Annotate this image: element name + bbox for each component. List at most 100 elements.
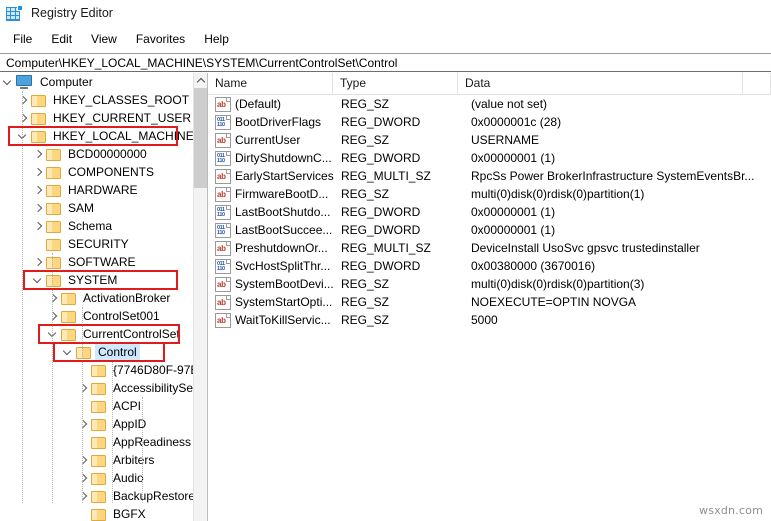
value-row[interactable]: abSystemBootDevi...REG_SZmulti(0)disk(0)… <box>208 275 771 293</box>
chevron-right-icon[interactable] <box>16 109 31 127</box>
chevron-right-icon[interactable] <box>31 217 46 235</box>
scroll-up-arrow-icon[interactable] <box>194 73 207 88</box>
tree-spacer <box>76 361 91 379</box>
chevron-right-icon[interactable] <box>76 415 91 433</box>
menu-item-view[interactable]: View <box>85 30 126 48</box>
value-row[interactable]: abCurrentUserREG_SZUSERNAME <box>208 131 771 149</box>
menu-item-edit[interactable]: Edit <box>45 30 81 48</box>
tree-item[interactable]: HKEY_CLASSES_ROOT <box>0 91 193 109</box>
value-row[interactable]: abPreshutdownOr...REG_MULTI_SZDeviceInst… <box>208 239 771 257</box>
tree-item-label: SECURITY <box>65 236 132 252</box>
value-name: EarlyStartServices <box>235 169 339 183</box>
tree-vertical-scrollbar[interactable] <box>193 73 207 521</box>
tree-item[interactable]: AppReadiness <box>0 433 193 451</box>
chevron-right-icon[interactable] <box>31 163 46 181</box>
tree-item[interactable]: ACPI <box>0 397 193 415</box>
chevron-right-icon[interactable] <box>46 289 61 307</box>
folder-icon <box>76 346 91 359</box>
column-header-name[interactable]: Name <box>208 73 333 94</box>
folder-icon <box>46 274 61 287</box>
menu-item-help[interactable]: Help <box>198 30 238 48</box>
tree-item[interactable]: SOFTWARE <box>0 253 193 271</box>
chevron-right-icon[interactable] <box>16 91 31 109</box>
tree-item[interactable]: HKEY_LOCAL_MACHINE <box>0 127 193 145</box>
value-row[interactable]: ab(Default)REG_SZ(value not set) <box>208 95 771 113</box>
chevron-down-icon[interactable] <box>1 73 16 91</box>
folder-icon <box>46 256 61 269</box>
value-row[interactable]: 011110LastBootSuccee...REG_DWORD0x000000… <box>208 221 771 239</box>
tree-item[interactable]: {7746D80F-97E0- <box>0 361 193 379</box>
value-data: 0x00380000 (3670016) <box>464 259 754 273</box>
value-name: FirmwareBootD... <box>235 187 339 201</box>
chevron-down-icon[interactable] <box>61 343 76 361</box>
folder-icon <box>91 382 106 395</box>
column-header-data[interactable]: Data <box>458 73 743 94</box>
value-row[interactable]: 011110SvcHostSplitThr...REG_DWORD0x00380… <box>208 257 771 275</box>
tree-scrollbar-thumb[interactable] <box>194 88 207 188</box>
tree-item[interactable]: AccessibilitySetti <box>0 379 193 397</box>
value-data: multi(0)disk(0)rdisk(0)partition(3) <box>464 277 754 291</box>
tree-item[interactable]: SAM <box>0 199 193 217</box>
folder-icon <box>91 472 106 485</box>
tree-item[interactable]: BCD00000000 <box>0 145 193 163</box>
chevron-right-icon[interactable] <box>31 253 46 271</box>
value-row[interactable]: abFirmwareBootD...REG_SZmulti(0)disk(0)r… <box>208 185 771 203</box>
chevron-down-icon[interactable] <box>31 271 46 289</box>
tree-item-label: Arbiters <box>110 452 157 468</box>
menu-item-file[interactable]: File <box>7 30 41 48</box>
value-row[interactable]: 011110LastBootShutdo...REG_DWORD0x000000… <box>208 203 771 221</box>
tree-item[interactable]: Control <box>0 343 193 361</box>
menu-item-favorites[interactable]: Favorites <box>130 30 194 48</box>
chevron-down-icon[interactable] <box>16 127 31 145</box>
value-data: USERNAME <box>464 133 754 147</box>
tree-item[interactable]: AppID <box>0 415 193 433</box>
binary-icon: 011110 <box>215 205 231 220</box>
value-row[interactable]: 011110BootDriverFlagsREG_DWORD0x0000001c… <box>208 113 771 131</box>
chevron-down-icon[interactable] <box>46 325 61 343</box>
folder-icon <box>31 94 46 107</box>
tree-item-computer[interactable]: Computer <box>0 73 193 91</box>
value-data: (value not set) <box>464 97 754 111</box>
tree-item[interactable]: BackupRestore <box>0 487 193 505</box>
value-row[interactable]: 011110DirtyShutdownC...REG_DWORD0x000000… <box>208 149 771 167</box>
tree-item-label: HKEY_LOCAL_MACHINE <box>50 128 197 144</box>
tree-item[interactable]: HARDWARE <box>0 181 193 199</box>
tree-item[interactable]: COMPONENTS <box>0 163 193 181</box>
chevron-right-icon[interactable] <box>46 307 61 325</box>
chevron-right-icon[interactable] <box>31 199 46 217</box>
chevron-right-icon[interactable] <box>76 469 91 487</box>
column-header-type[interactable]: Type <box>333 73 458 94</box>
value-row[interactable]: abWaitToKillServic...REG_SZ5000 <box>208 311 771 329</box>
registry-values-list[interactable]: Name Type Data ab(Default)REG_SZ(value n… <box>208 73 771 521</box>
chevron-right-icon[interactable] <box>31 181 46 199</box>
tree-content: ComputerHKEY_CLASSES_ROOTHKEY_CURRENT_US… <box>0 73 193 521</box>
tree-item[interactable]: SECURITY <box>0 235 193 253</box>
tree-item-label: AppID <box>110 416 149 432</box>
value-row[interactable]: abSystemStartOpti...REG_SZ NOEXECUTE=OPT… <box>208 293 771 311</box>
tree-item[interactable]: ControlSet001 <box>0 307 193 325</box>
address-bar[interactable]: Computer\HKEY_LOCAL_MACHINE\SYSTEM\Curre… <box>0 53 771 72</box>
chevron-right-icon[interactable] <box>76 487 91 505</box>
tree-item[interactable]: ActivationBroker <box>0 289 193 307</box>
value-name: CurrentUser <box>235 133 339 147</box>
tree-item[interactable]: SYSTEM <box>0 271 193 289</box>
folder-icon <box>46 166 61 179</box>
tree-item[interactable]: CurrentControlSet <box>0 325 193 343</box>
value-row[interactable]: abEarlyStartServicesREG_MULTI_SZRpcSs Po… <box>208 167 771 185</box>
tree-spacer <box>76 433 91 451</box>
value-name: LastBootShutdo... <box>235 205 339 219</box>
value-type: REG_DWORD <box>339 205 464 219</box>
registry-key-tree[interactable]: ComputerHKEY_CLASSES_ROOTHKEY_CURRENT_US… <box>0 73 208 521</box>
tree-item[interactable]: Audio <box>0 469 193 487</box>
folder-icon <box>31 112 46 125</box>
folder-icon <box>46 238 61 251</box>
chevron-right-icon[interactable] <box>76 451 91 469</box>
tree-item[interactable]: Arbiters <box>0 451 193 469</box>
tree-item[interactable]: BGFX <box>0 505 193 521</box>
tree-item[interactable]: Schema <box>0 217 193 235</box>
registry-grid-icon <box>6 5 23 22</box>
chevron-right-icon[interactable] <box>31 145 46 163</box>
tree-item[interactable]: HKEY_CURRENT_USER <box>0 109 193 127</box>
chevron-right-icon[interactable] <box>76 379 91 397</box>
tree-guide-line <box>112 361 113 503</box>
